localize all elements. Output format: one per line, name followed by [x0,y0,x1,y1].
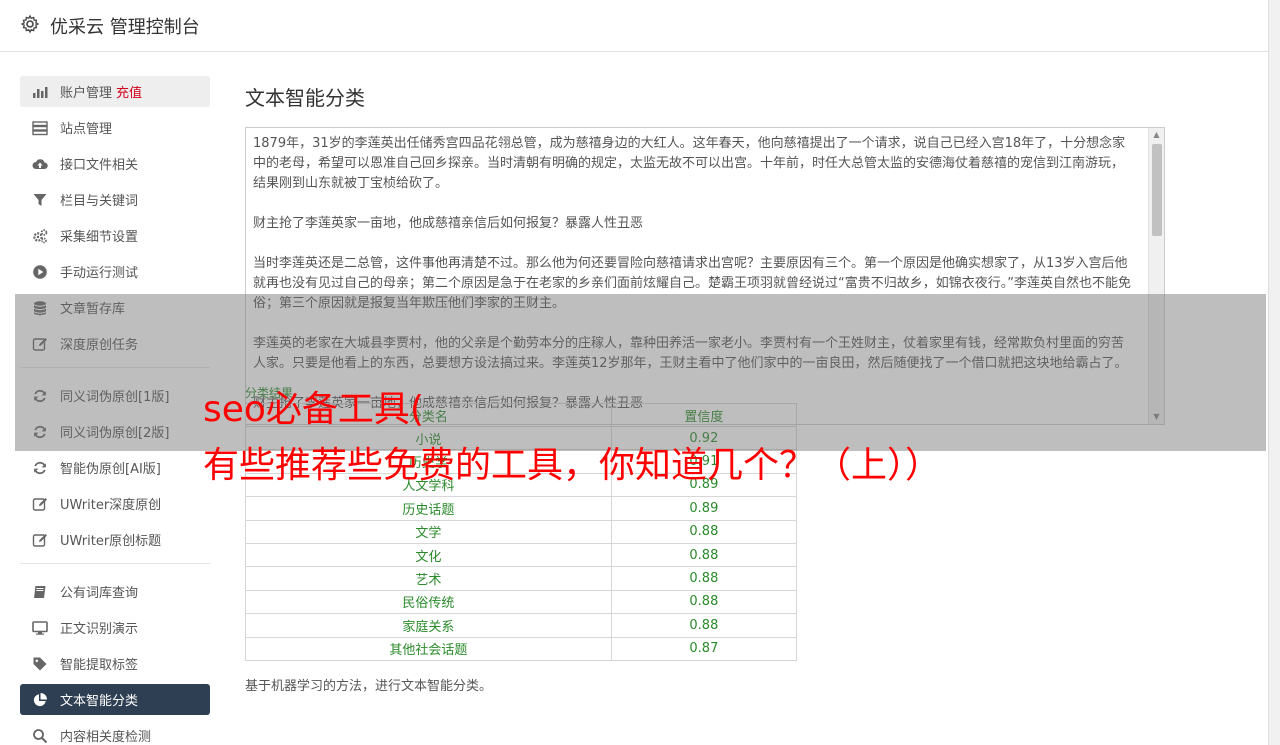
play-circle-icon [32,264,48,280]
sidebar-item[interactable]: 正文识别演示 [20,612,210,643]
pie-chart-icon [32,692,48,708]
page-title: 文本智能分类 [245,86,365,110]
gears-icon [32,228,48,244]
sidebar-item[interactable]: 公有词库查询 [20,576,210,607]
recharge-link[interactable]: 充值 [116,82,142,101]
console-title: 优采云 管理控制台 [50,16,200,38]
category-cell: 文学 [245,519,612,544]
confidence-cell: 0.87 [610,636,798,661]
sidebar-item-label: 智能伪原创[AI版] [60,462,161,477]
confidence-cell: 0.88 [610,542,798,568]
sidebar-item-label: 账户管理 [60,86,113,101]
page-scrollbar[interactable] [1268,0,1280,745]
refresh-icon [32,460,48,476]
confidence-cell: 0.88 [610,519,798,544]
table-row: 家庭关系 0.88 [245,613,798,638]
sidebar-item[interactable]: 智能提取标签 [20,648,210,679]
cloud-upload-icon [32,156,48,172]
sidebar-item[interactable]: 栏目与关键词 [20,184,210,215]
sidebar-item-label: 栏目与关键词 [60,194,139,209]
category-cell: 家庭关系 [245,613,612,638]
category-cell: 艺术 [245,566,612,591]
category-cell: 文化 [245,542,612,568]
table-row: 艺术 0.88 [245,566,798,591]
table-row: 民俗传统 0.88 [245,589,798,615]
table-row: 其他社会话题 0.87 [245,636,798,661]
table-row: 历史话题 0.89 [245,496,798,521]
sidebar-item-label: 公有词库查询 [60,586,139,601]
sidebar-item-label: UWriter深度原创 [60,498,162,513]
sidebar-item-label: 采集细节设置 [60,230,139,245]
description-text: 基于机器学习的方法，进行文本智能分类。 [245,679,493,694]
category-cell: 其他社会话题 [245,636,612,661]
book-icon [32,584,48,600]
sidebar-item-label: 手动运行测试 [60,266,139,281]
sidebar-item[interactable]: 账户管理 充值 [20,76,210,107]
edit-icon [32,496,48,512]
sidebar-item[interactable]: 站点管理 [20,112,210,143]
server-icon [32,120,48,136]
sidebar-item[interactable]: UWriter深度原创 [20,488,210,519]
gear-icon[interactable] [20,14,40,38]
confidence-cell: 0.89 [610,496,798,521]
filter-icon [32,192,48,208]
sidebar-item-label: UWriter原创标题 [60,534,162,549]
page: 优采云 管理控制台 账户管理 充值站点管理接口文件相关 栏目与关键词 采集细节设置 手动… [0,0,1280,745]
sidebar-item[interactable]: 采集细节设置 [20,220,210,251]
sidebar-item-label: 文本智能分类 [60,694,139,709]
sidebar-item-label: 智能提取标签 [60,658,139,673]
table-row: 文学 0.88 [245,519,798,544]
scrollbar-thumb[interactable] [1152,144,1162,236]
category-cell: 历史话题 [245,496,612,521]
scroll-up-icon[interactable]: ▲ [1149,128,1164,142]
search-icon [32,728,48,744]
sidebar-item-label: 内容相关度检测 [60,730,152,745]
table-row: 文化 0.88 [245,542,798,568]
sidebar-item[interactable]: 文本智能分类 [20,684,210,715]
sidebar-item[interactable]: UWriter原创标题 [20,524,210,555]
bar-chart-icon [32,84,48,100]
sidebar-item-label: 正文识别演示 [60,622,139,637]
sidebar-item[interactable]: 智能伪原创[AI版] [20,452,210,483]
edit-icon [32,532,48,548]
confidence-cell: 0.88 [610,613,798,638]
sidebar-item[interactable]: 手动运行测试 [20,256,210,287]
overlay-title: seo必备工具( [203,389,424,430]
desktop-icon [32,620,48,636]
confidence-cell: 0.88 [610,589,798,615]
tag-icon [32,656,48,672]
sidebar-item-label: 接口文件相关 [60,158,139,173]
sidebar-item-label: 站点管理 [60,122,113,137]
confidence-cell: 0.88 [610,566,798,591]
sidebar-item[interactable]: 内容相关度检测 [20,720,210,745]
sidebar-divider [20,563,210,564]
sidebar-item[interactable]: 接口文件相关 [20,148,210,179]
category-cell: 民俗传统 [245,589,612,615]
overlay-subtitle: 有些推荐些免费的工具，你知道几个？（上）） [203,445,942,486]
top-bar: 优采云 管理控制台 [0,0,1268,52]
